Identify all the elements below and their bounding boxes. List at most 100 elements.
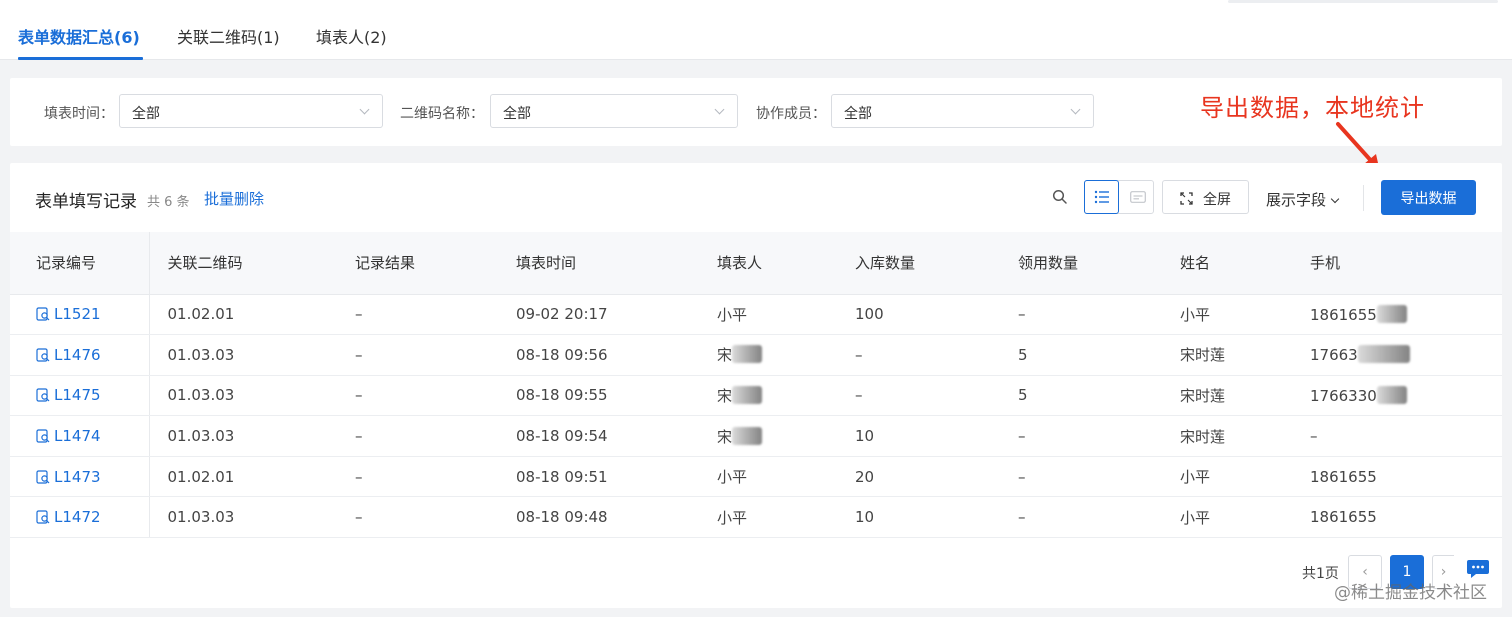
show-fields-dropdown[interactable]: 展示字段: [1266, 189, 1340, 210]
table-row[interactable]: L1476 01.03.03 – 08-18 09:56 宋 – 5 宋时莲 1…: [10, 334, 1502, 376]
cell-inbound-qty: 20: [837, 456, 1000, 498]
search-icon[interactable]: [1052, 189, 1068, 205]
cell-issued-qty: –: [1000, 415, 1162, 457]
redaction-blur: [1376, 304, 1407, 323]
cell-fill-time: 08-18 09:54: [498, 415, 699, 457]
col-header-record-result[interactable]: 记录结果: [337, 232, 498, 295]
cell-phone: 1766330: [1292, 375, 1502, 417]
filter-label-qrcode-name: 二维码名称：: [400, 106, 484, 122]
cell-filler: 小平: [699, 496, 837, 539]
table-row[interactable]: L1473 01.02.01 – 08-18 09:51 小平 20 – 小平 …: [10, 456, 1502, 498]
record-id-link[interactable]: L1475: [36, 386, 101, 404]
cell-name: 宋时莲: [1162, 334, 1292, 376]
chat-icon[interactable]: [1466, 558, 1490, 580]
col-header-record-id[interactable]: 记录编号: [10, 232, 150, 295]
record-id-link[interactable]: L1473: [36, 468, 101, 486]
cell-name: 小平: [1162, 456, 1292, 498]
panel-title: 表单填写记录: [35, 192, 137, 212]
cell-result: –: [337, 375, 498, 417]
watermark: @稀土掘金技术社区: [1334, 583, 1487, 603]
cell-result: –: [337, 415, 498, 457]
record-icon: [36, 388, 50, 403]
cell-fill-time: 08-18 09:51: [498, 456, 699, 498]
col-header-name[interactable]: 姓名: [1162, 232, 1292, 295]
col-header-fill-time[interactable]: 填表时间: [498, 232, 699, 295]
record-id-link[interactable]: L1476: [36, 346, 101, 364]
cell-name: 宋时莲: [1162, 415, 1292, 457]
tab-linked-qrcode[interactable]: 关联二维码(1): [177, 24, 280, 48]
table-header-row: 记录编号 关联二维码 记录结果 填表时间 填表人 入库数量 领用数量 姓名 手机: [10, 232, 1502, 295]
cell-fill-time: 08-18 09:56: [498, 334, 699, 376]
qrcode-name-select-value: 全部: [503, 106, 531, 122]
annotation-text: 导出数据，本地统计: [1200, 94, 1425, 122]
col-header-phone[interactable]: 手机: [1292, 232, 1502, 295]
cell-issued-qty: 5: [1000, 375, 1162, 417]
cell-phone: 1861655: [1292, 294, 1502, 336]
cell-qrcode: 01.03.03: [149, 375, 337, 417]
cell-inbound-qty: 10: [837, 415, 1000, 457]
redaction-blur: [1376, 385, 1407, 404]
table-row[interactable]: L1474 01.03.03 – 08-18 09:54 宋 10 – 宋时莲 …: [10, 415, 1502, 457]
cell-name: 宋时莲: [1162, 375, 1292, 417]
cell-fill-time: 09-02 20:17: [498, 294, 699, 336]
record-id-link[interactable]: L1521: [36, 305, 101, 323]
record-id-link[interactable]: L1472: [36, 508, 101, 526]
record-icon: [36, 307, 50, 321]
cell-issued-qty: –: [1000, 456, 1162, 498]
cell-name: 小平: [1162, 294, 1292, 336]
cell-inbound-qty: 10: [837, 496, 1000, 539]
table-row[interactable]: L1521 01.02.01 – 09-02 20:17 小平 100 – 小平…: [10, 294, 1502, 336]
cell-name: 小平: [1162, 496, 1292, 539]
fullscreen-button[interactable]: 全屏: [1162, 180, 1249, 214]
card-view-icon: [1129, 191, 1146, 203]
col-header-inbound-qty[interactable]: 入库数量: [837, 232, 1000, 295]
cell-qrcode: 01.03.03: [149, 496, 337, 539]
records-panel: 表单填写记录 共 6 条 批量删除 全屏 展示字段 导出数据 记录编号 关联二维…: [10, 163, 1502, 608]
tab-form-data-summary[interactable]: 表单数据汇总(6): [18, 24, 140, 48]
table-row[interactable]: L1475 01.03.03 – 08-18 09:55 宋 – 5 宋时莲 1…: [10, 375, 1502, 417]
cell-result: –: [337, 496, 498, 539]
col-header-filler[interactable]: 填表人: [699, 232, 837, 295]
chevron-down-icon: [1330, 194, 1340, 204]
view-mode-toggle: [1084, 180, 1154, 214]
col-header-issued-qty[interactable]: 领用数量: [1000, 232, 1162, 295]
cell-result: –: [337, 456, 498, 498]
cell-phone: 1861655: [1292, 496, 1502, 539]
redaction-blur: [1357, 345, 1410, 364]
cell-qrcode: 01.03.03: [149, 334, 337, 376]
show-fields-label: 展示字段: [1266, 191, 1327, 209]
record-icon: [36, 510, 50, 524]
col-header-linked-qrcode[interactable]: 关联二维码: [149, 232, 337, 295]
records-table: 记录编号 关联二维码 记录结果 填表时间 填表人 入库数量 领用数量 姓名 手机…: [10, 232, 1502, 539]
card-view-button[interactable]: [1120, 180, 1155, 214]
fullscreen-icon: [1180, 192, 1193, 205]
cell-qrcode: 01.03.03: [149, 415, 337, 457]
table-row[interactable]: L1472 01.03.03 – 08-18 09:48 小平 10 – 小平 …: [10, 496, 1502, 539]
tab-bar: 表单数据汇总(6) 关联二维码(1) 填表人(2): [0, 0, 1512, 60]
cell-issued-qty: 5: [1000, 334, 1162, 376]
tab-form-fillers[interactable]: 填表人(2): [316, 24, 387, 48]
export-data-button[interactable]: 导出数据: [1381, 180, 1476, 215]
cell-filler: 宋: [699, 334, 837, 376]
cell-filler: 小平: [699, 456, 837, 498]
cell-inbound-qty: –: [837, 375, 1000, 417]
collaborator-select-value: 全部: [844, 106, 872, 122]
qrcode-name-select[interactable]: 全部: [490, 94, 738, 128]
cell-fill-time: 08-18 09:55: [498, 375, 699, 417]
active-tab-indicator: [18, 57, 143, 60]
cell-issued-qty: –: [1000, 496, 1162, 539]
toolbar-divider: [1363, 185, 1364, 211]
record-icon: [36, 348, 50, 362]
chevron-down-icon: [1070, 104, 1081, 115]
list-view-button[interactable]: [1084, 180, 1119, 214]
fill-time-select[interactable]: 全部: [119, 94, 383, 128]
cell-filler: 小平: [699, 294, 837, 336]
batch-delete-link[interactable]: 批量删除: [204, 188, 264, 209]
cell-issued-qty: –: [1000, 294, 1162, 336]
redaction-blur: [732, 385, 763, 404]
record-icon: [36, 429, 50, 443]
redaction-blur: [732, 426, 763, 445]
cell-qrcode: 01.02.01: [149, 456, 337, 498]
record-id-link[interactable]: L1474: [36, 427, 101, 445]
collaborator-select[interactable]: 全部: [831, 94, 1094, 128]
